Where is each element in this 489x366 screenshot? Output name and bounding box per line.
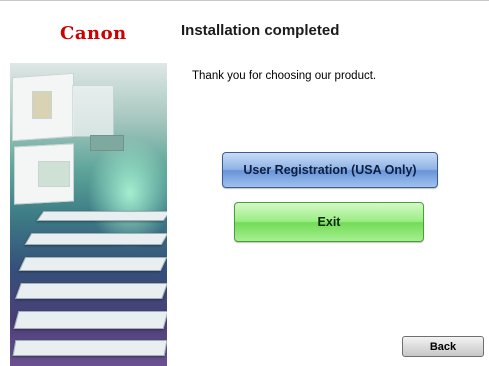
installer-window: Canon Installation completed Thank you f… xyxy=(0,0,489,366)
sidebar-printed-documents-illustration xyxy=(10,63,167,366)
exit-button[interactable]: Exit xyxy=(234,202,424,242)
thank-you-message: Thank you for choosing our product. xyxy=(192,70,377,82)
stacked-sheet xyxy=(15,283,167,299)
stacked-sheet xyxy=(18,257,167,271)
sidebar-panel: Canon xyxy=(10,1,167,366)
stacked-sheet xyxy=(12,340,167,356)
page-title: Installation completed xyxy=(181,22,340,39)
document-figure xyxy=(32,91,52,119)
document-chart xyxy=(38,161,70,187)
stacked-sheet xyxy=(13,311,167,329)
user-registration-button[interactable]: User Registration (USA Only) xyxy=(222,152,438,188)
document-page xyxy=(72,85,114,137)
canon-logo: Canon xyxy=(60,23,127,44)
back-button[interactable]: Back xyxy=(402,336,484,357)
document-chart xyxy=(90,135,124,151)
stacked-sheet xyxy=(36,211,167,221)
stacked-sheet xyxy=(24,233,167,245)
